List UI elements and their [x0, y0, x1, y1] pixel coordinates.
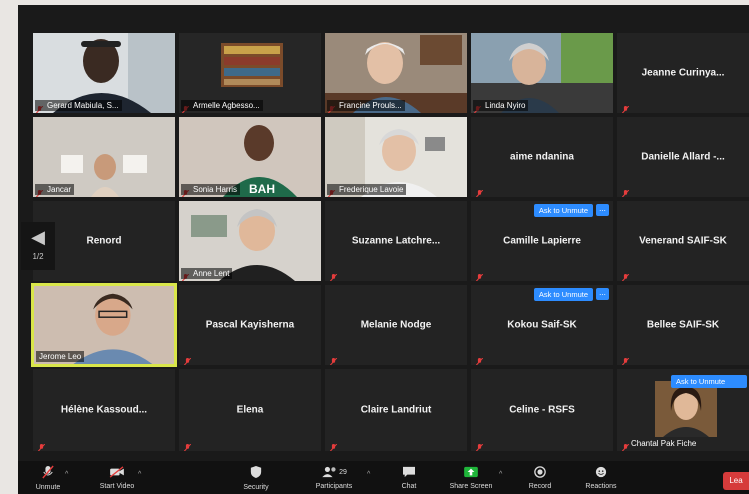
svg-text:BAH: BAH [249, 182, 275, 196]
meeting-toolbar: Unmute ^ Start Video ^ Security 29 Parti… [18, 461, 749, 494]
participant-name: Celine - RSFS [509, 404, 575, 416]
participant-tile[interactable]: Ask to Unmute ... Kokou Saif-SK [471, 285, 613, 365]
participant-tile[interactable]: Bellee SAIF-SK [617, 285, 749, 365]
reactions-button[interactable]: Reactions [580, 465, 622, 490]
participant-tile[interactable]: Francine Prouls... [325, 33, 467, 113]
muted-mic-icon [621, 353, 630, 365]
chat-button[interactable]: Chat [394, 465, 424, 490]
ask-to-unmute-button[interactable]: Ask to Unmute [671, 375, 747, 388]
participant-tile[interactable]: Anne Lent [179, 201, 321, 281]
zoom-meeting-window: Gerard Mabiula, S... Armelle Agbesso... [18, 5, 749, 494]
participant-tile[interactable]: Suzanne Latchre... [325, 201, 467, 281]
participant-video [655, 381, 717, 437]
participant-tile[interactable]: Hélène Kassoud... [33, 369, 175, 451]
share-screen-icon [446, 465, 496, 481]
participant-tile[interactable]: Ask to Unmute ... Camille Lapierre [471, 201, 613, 281]
participant-tile[interactable]: aime ndanina [471, 117, 613, 197]
security-button[interactable]: Security [238, 465, 274, 491]
unmute-button[interactable]: Unmute [28, 465, 68, 491]
participant-name: Chantal Pak Fiche [631, 439, 697, 448]
participant-tile[interactable]: Jeanne Curinya... [617, 33, 749, 113]
participant-tile[interactable]: Celine - RSFS [471, 369, 613, 451]
participant-name: Kokou Saif-SK [507, 319, 577, 331]
participant-tile[interactable]: Linda Nyiro [471, 33, 613, 113]
participant-name: Hélène Kassoud... [60, 404, 148, 416]
participant-name: Armelle Agbesso... [181, 100, 263, 111]
start-video-button[interactable]: Start Video [94, 465, 140, 490]
participant-name: Melanie Nodge [360, 319, 432, 331]
record-button[interactable]: Record [522, 465, 558, 490]
chat-bubble-icon [394, 465, 424, 481]
record-icon [522, 465, 558, 481]
chevron-up-icon[interactable]: ^ [65, 471, 68, 478]
muted-mic-icon [329, 353, 338, 365]
participant-name: Elena [236, 404, 264, 416]
muted-mic-icon [621, 269, 630, 281]
participant-name: Jerome Leo [36, 351, 85, 362]
participant-tile[interactable]: Danielle Allard -... [617, 117, 749, 197]
participant-name: Pascal Kayisherna [205, 319, 295, 331]
participant-tile[interactable]: Elena [179, 369, 321, 451]
participant-tile[interactable]: Melanie Nodge [325, 285, 467, 365]
participant-tile[interactable]: Gerard Mabiula, S... [33, 33, 175, 113]
participant-tile[interactable]: Claire Landriut [325, 369, 467, 451]
share-screen-button[interactable]: Share Screen [446, 465, 496, 490]
muted-mic-icon [621, 439, 630, 451]
participant-tile[interactable]: Venerand SAIF-SK [617, 201, 749, 281]
participant-name: Anne Lent [181, 268, 233, 279]
participant-name: Jeanne Curinya... [641, 67, 725, 79]
participant-name: Frederique Lavoie [327, 184, 407, 195]
participant-name: Claire Landriut [360, 404, 432, 416]
participants-button[interactable]: 29 Participants [310, 465, 358, 490]
participant-name: Danielle Allard -... [641, 151, 725, 163]
more-options-button[interactable]: ... [596, 204, 609, 216]
participant-tile-active-speaker[interactable]: Jerome Leo [31, 283, 177, 367]
chevron-up-icon[interactable]: ^ [499, 471, 502, 478]
participant-name: Camille Lapierre [503, 235, 581, 247]
participant-count: 29 [339, 469, 347, 476]
participant-tile[interactable]: BAH Sonia Harris [179, 117, 321, 197]
muted-mic-icon [475, 269, 484, 281]
smiley-icon [580, 465, 622, 481]
page-indicator: 1/2 [32, 252, 44, 261]
chevron-up-icon[interactable]: ^ [138, 471, 141, 478]
participant-name: Jancar [35, 184, 75, 195]
chevron-up-icon[interactable]: ^ [367, 471, 370, 478]
muted-mic-icon [475, 353, 484, 365]
video-off-icon [94, 465, 140, 481]
participant-tile[interactable]: Jancar [33, 117, 175, 197]
participant-tile[interactable]: Armelle Agbesso... [179, 33, 321, 113]
participant-name: aime ndanina [510, 151, 574, 163]
muted-mic-icon [621, 101, 630, 113]
muted-mic-icon [183, 353, 192, 365]
muted-mic-icon [475, 185, 484, 197]
muted-mic-icon [329, 439, 338, 451]
ask-to-unmute-button[interactable]: Ask to Unmute [533, 288, 593, 301]
shield-icon [238, 465, 274, 482]
muted-mic-icon [37, 439, 46, 451]
previous-page-button[interactable]: ◀ 1/2 [21, 222, 55, 270]
leave-button[interactable]: Lea [723, 472, 749, 490]
chevron-left-icon: ◀ [31, 227, 45, 247]
participant-tile[interactable]: Frederique Lavoie [325, 117, 467, 197]
muted-mic-icon [28, 465, 68, 482]
people-icon: 29 [310, 465, 358, 481]
gallery-grid: Gerard Mabiula, S... Armelle Agbesso... [18, 5, 749, 461]
muted-mic-icon [183, 439, 192, 451]
more-options-button[interactable]: ... [596, 288, 609, 300]
muted-mic-icon [475, 439, 484, 451]
muted-mic-icon [329, 269, 338, 281]
participant-name: Venerand SAIF-SK [639, 235, 727, 247]
participant-name: Linda Nyiro [473, 100, 529, 111]
muted-mic-icon [621, 185, 630, 197]
participant-name: Gerard Mabiula, S... [35, 100, 122, 111]
participant-name: Suzanne Latchre... [351, 235, 441, 247]
participant-name: Francine Prouls... [327, 100, 405, 111]
participant-name: Sonia Harris [181, 184, 241, 195]
participant-name: Bellee SAIF-SK [646, 319, 720, 331]
ask-to-unmute-button[interactable]: Ask to Unmute [533, 204, 593, 217]
participant-tile[interactable]: Ask to Unmute Chantal Pak Fiche [617, 369, 749, 451]
participant-tile[interactable]: Pascal Kayisherna [179, 285, 321, 365]
